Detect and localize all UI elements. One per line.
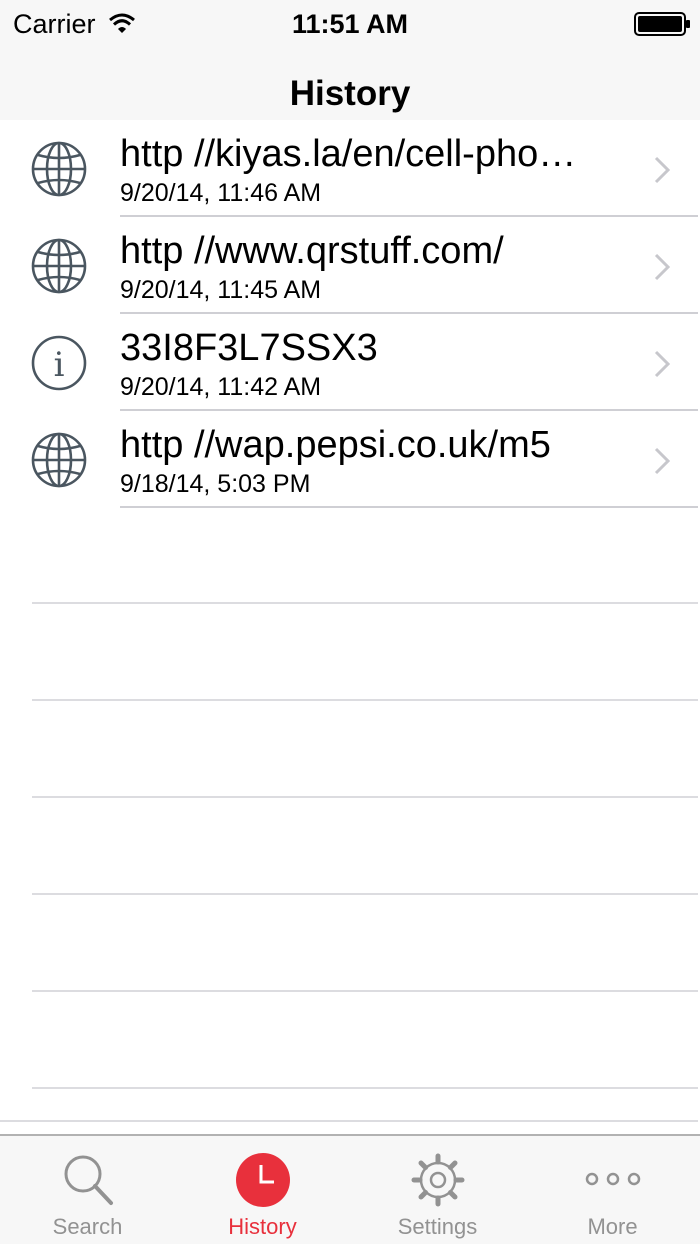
history-row[interactable]: http //kiyas.la/en/cell-pho… 9/20/14, 11… <box>0 120 700 217</box>
tab-label: Search <box>52 1214 123 1239</box>
history-row[interactable]: http //wap.pepsi.co.uk/m5 9/18/14, 5:03 … <box>0 411 700 508</box>
history-list: http //kiyas.la/en/cell-pho… 9/20/14, 11… <box>0 120 700 508</box>
tab-bar: Search History Settings More <box>0 1134 700 1244</box>
tab-settings[interactable]: Settings <box>350 1136 525 1246</box>
clock-icon <box>235 1153 290 1207</box>
globe-icon <box>31 432 87 488</box>
tab-search[interactable]: Search <box>0 1136 175 1246</box>
svg-text:i: i <box>54 345 65 385</box>
tab-more[interactable]: More <box>525 1136 700 1246</box>
empty-row-separator <box>32 990 698 992</box>
history-row-title: 33I8F3L7SSX3 <box>120 327 378 369</box>
tab-label: More <box>587 1214 638 1239</box>
history-row-date: 9/20/14, 11:45 AM <box>120 276 322 304</box>
battery-icon <box>634 12 690 36</box>
tab-label: History <box>228 1214 297 1239</box>
info-icon: i <box>31 335 87 391</box>
status-bar: Carrier 11:51 AM <box>0 0 700 48</box>
chevron-right-icon <box>654 253 670 281</box>
gear-icon <box>411 1153 464 1207</box>
history-row[interactable]: http //www.qrstuff.com/ 9/20/14, 11:45 A… <box>0 217 700 314</box>
history-row-title: http //kiyas.la/en/cell-pho… <box>120 133 577 175</box>
globe-icon <box>31 238 87 294</box>
empty-row-separator <box>32 602 698 604</box>
row-separator <box>120 506 698 508</box>
empty-row-separator <box>32 893 698 895</box>
more-dots-icon <box>585 1172 640 1186</box>
magnifier-icon <box>64 1155 113 1205</box>
status-time: 11:51 AM <box>291 9 409 39</box>
chevron-right-icon <box>654 447 670 475</box>
empty-row-separator <box>0 1120 698 1122</box>
empty-row-separator <box>32 796 698 798</box>
history-row-date: 9/18/14, 5:03 PM <box>120 470 311 498</box>
history-row-date: 9/20/14, 11:46 AM <box>120 179 322 207</box>
chevron-right-icon <box>654 156 670 184</box>
page-title: History <box>289 74 411 113</box>
empty-row-separator <box>32 1087 698 1089</box>
history-row-title: http //www.qrstuff.com/ <box>120 230 504 272</box>
history-row-title: http //wap.pepsi.co.uk/m5 <box>120 424 551 466</box>
history-row[interactable]: i 33I8F3L7SSX3 9/20/14, 11:42 AM <box>0 314 700 411</box>
chevron-right-icon <box>654 350 670 378</box>
navigation-bar: History <box>0 48 700 120</box>
tab-label: Settings <box>397 1214 478 1239</box>
history-row-date: 9/20/14, 11:42 AM <box>120 373 322 401</box>
globe-icon <box>31 141 87 197</box>
empty-row-separator <box>32 699 698 701</box>
tab-history[interactable]: History <box>175 1136 350 1246</box>
